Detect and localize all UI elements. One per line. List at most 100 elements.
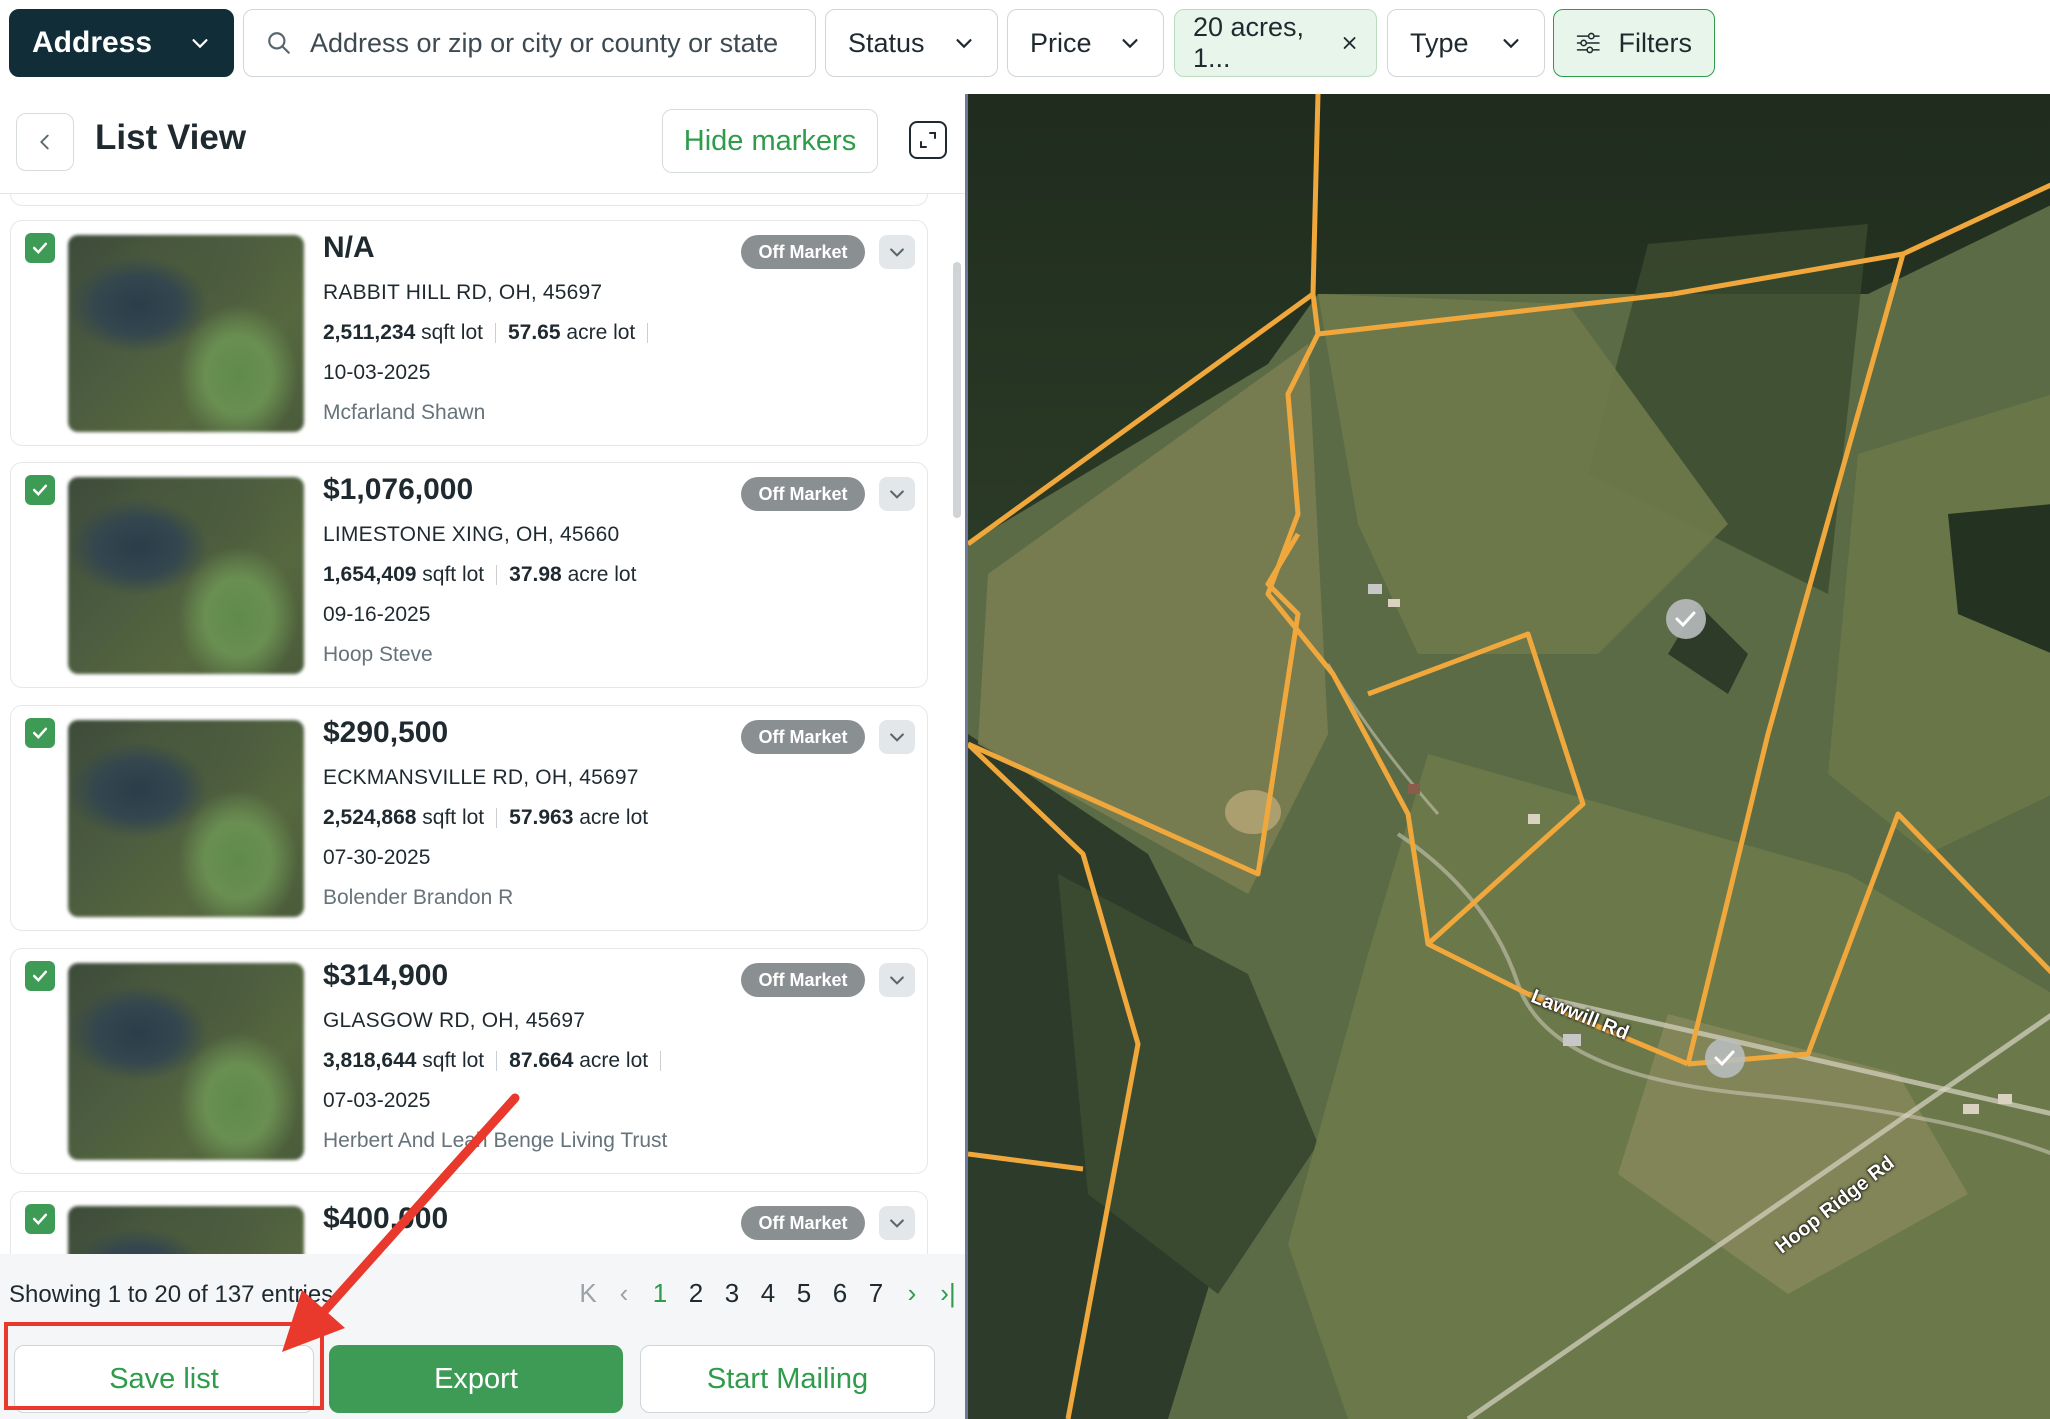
chevron-down-icon <box>1503 39 1519 49</box>
listing-price: $400,000 <box>323 1202 449 1235</box>
price-filter-button[interactable]: Price <box>1007 9 1164 77</box>
listing-price: N/A <box>323 231 375 264</box>
acres-value: 57.963 <box>509 806 574 829</box>
listing-date: 07-30-2025 <box>323 846 431 869</box>
chevron-down-icon <box>890 733 904 742</box>
list-item[interactable]: $314,900 GLASGOW RD, OH, 45697 3,818,644… <box>10 948 928 1174</box>
expand-card-button[interactable] <box>879 235 915 269</box>
listing-lot-size: 3,818,644 sqft lot 87.664 acre lot <box>323 1049 673 1073</box>
chevron-down-icon <box>192 39 208 49</box>
listing-date: 07-03-2025 <box>323 1089 431 1112</box>
check-icon <box>32 727 48 739</box>
sqft-value: 3,818,644 <box>323 1049 417 1072</box>
close-icon[interactable] <box>1341 33 1358 53</box>
status-badge: Off Market <box>741 963 865 997</box>
last-page-button[interactable]: ›| <box>930 1278 966 1309</box>
acres-unit: acre lot <box>579 806 649 829</box>
expand-button[interactable] <box>909 121 947 159</box>
listing-owner: Herbert And Leah Benge Living Trust <box>323 1129 668 1152</box>
prev-page-button[interactable]: ‹ <box>606 1278 642 1309</box>
status-badge: Off Market <box>741 720 865 754</box>
check-icon <box>32 1213 48 1225</box>
chevron-down-icon <box>890 490 904 499</box>
acres-unit: acre lot <box>567 563 637 586</box>
sqft-value: 2,524,868 <box>323 806 417 829</box>
expand-card-button[interactable] <box>879 963 915 997</box>
status-badge: Off Market <box>741 1206 865 1240</box>
listing-lot-size: 2,524,868 sqft lot 57.963 acre lot <box>323 806 648 830</box>
expand-card-button[interactable] <box>879 477 915 511</box>
acres-value: 37.98 <box>509 563 562 586</box>
filters-button[interactable]: Filters <box>1553 9 1715 77</box>
listing-date: 09-16-2025 <box>323 603 431 626</box>
page-button-7[interactable]: 7 <box>858 1278 894 1309</box>
list-scrollbar[interactable] <box>953 262 961 518</box>
select-checkbox[interactable] <box>25 961 55 991</box>
expand-card-button[interactable] <box>879 1206 915 1240</box>
acres-filter-chip[interactable]: 20 acres, 1... <box>1174 9 1377 77</box>
first-page-button[interactable]: K <box>570 1278 606 1309</box>
map-imagery <box>968 94 2050 1419</box>
list-item[interactable]: $290,500 ECKMANSVILLE RD, OH, 45697 2,52… <box>10 705 928 931</box>
chevron-down-icon <box>890 976 904 985</box>
sqft-unit: sqft lot <box>422 563 485 586</box>
property-thumbnail[interactable] <box>68 720 304 917</box>
listing-address: LIMESTONE XING, OH, 45660 <box>323 523 620 546</box>
search-bar[interactable] <box>243 9 816 77</box>
list-item[interactable]: $400,000 Off Market <box>10 1191 928 1254</box>
select-checkbox[interactable] <box>25 1204 55 1234</box>
page-button-6[interactable]: 6 <box>822 1278 858 1309</box>
sqft-unit: sqft lot <box>421 321 483 344</box>
property-thumbnail[interactable] <box>68 963 304 1160</box>
export-button[interactable]: Export <box>329 1345 623 1413</box>
sliders-icon <box>1576 32 1600 54</box>
acres-unit: acre lot <box>566 321 636 344</box>
acres-value: 87.664 <box>509 1049 574 1072</box>
property-thumbnail[interactable] <box>68 1206 304 1254</box>
search-input[interactable] <box>308 26 782 60</box>
listing-owner: Bolender Brandon R <box>323 886 514 909</box>
next-page-button[interactable]: › <box>894 1278 930 1309</box>
sqft-unit: sqft lot <box>422 806 485 829</box>
list-item[interactable]: $1,076,000 LIMESTONE XING, OH, 45660 1,6… <box>10 462 928 688</box>
annotation-highlight-box <box>4 1322 324 1410</box>
search-type-dropdown[interactable]: Address <box>9 9 234 77</box>
expand-card-button[interactable] <box>879 720 915 754</box>
satellite-map[interactable]: Lawwill Rd Hoop Ridge Rd <box>965 94 2050 1419</box>
select-checkbox[interactable] <box>25 233 55 263</box>
start-mailing-button[interactable]: Start Mailing <box>640 1345 935 1413</box>
sqft-value: 2,511,234 <box>323 321 416 344</box>
chevron-left-icon <box>40 134 49 150</box>
sqft-value: 1,654,409 <box>323 563 417 586</box>
back-button[interactable] <box>16 113 74 171</box>
acres-unit: acre lot <box>579 1049 649 1072</box>
page-button-2[interactable]: 2 <box>678 1278 714 1309</box>
listing-list[interactable]: N/A RABBIT HILL RD, OH, 45697 2,511,234 … <box>0 194 965 1254</box>
page-button-3[interactable]: 3 <box>714 1278 750 1309</box>
list-item-partial <box>10 194 928 206</box>
expand-icon <box>920 132 936 148</box>
search-type-label: Address <box>32 26 153 59</box>
listing-date: 10-03-2025 <box>323 361 431 384</box>
status-badge: Off Market <box>741 235 865 269</box>
type-filter-button[interactable]: Type <box>1387 9 1545 77</box>
listing-lot-size: 2,511,234 sqft lot 57.65 acre lot <box>323 321 660 345</box>
property-thumbnail[interactable] <box>68 235 304 432</box>
listing-owner: Hoop Steve <box>323 643 433 666</box>
chevron-down-icon <box>890 1219 904 1228</box>
page-button-4[interactable]: 4 <box>750 1278 786 1309</box>
hide-markers-button[interactable]: Hide markers <box>662 109 878 173</box>
list-item[interactable]: N/A RABBIT HILL RD, OH, 45697 2,511,234 … <box>10 220 928 446</box>
pagination: K ‹ 1 2 3 4 5 6 7 › ›| <box>570 1278 966 1309</box>
page-title: List View <box>95 118 247 157</box>
page-button-5[interactable]: 5 <box>786 1278 822 1309</box>
listing-price: $1,076,000 <box>323 473 474 506</box>
listing-owner: Mcfarland Shawn <box>323 401 486 424</box>
check-icon <box>32 970 48 982</box>
filters-label: Filters <box>1618 27 1693 58</box>
page-button-1[interactable]: 1 <box>642 1278 678 1309</box>
select-checkbox[interactable] <box>25 475 55 505</box>
status-filter-button[interactable]: Status <box>825 9 998 77</box>
select-checkbox[interactable] <box>25 718 55 748</box>
property-thumbnail[interactable] <box>68 477 304 674</box>
